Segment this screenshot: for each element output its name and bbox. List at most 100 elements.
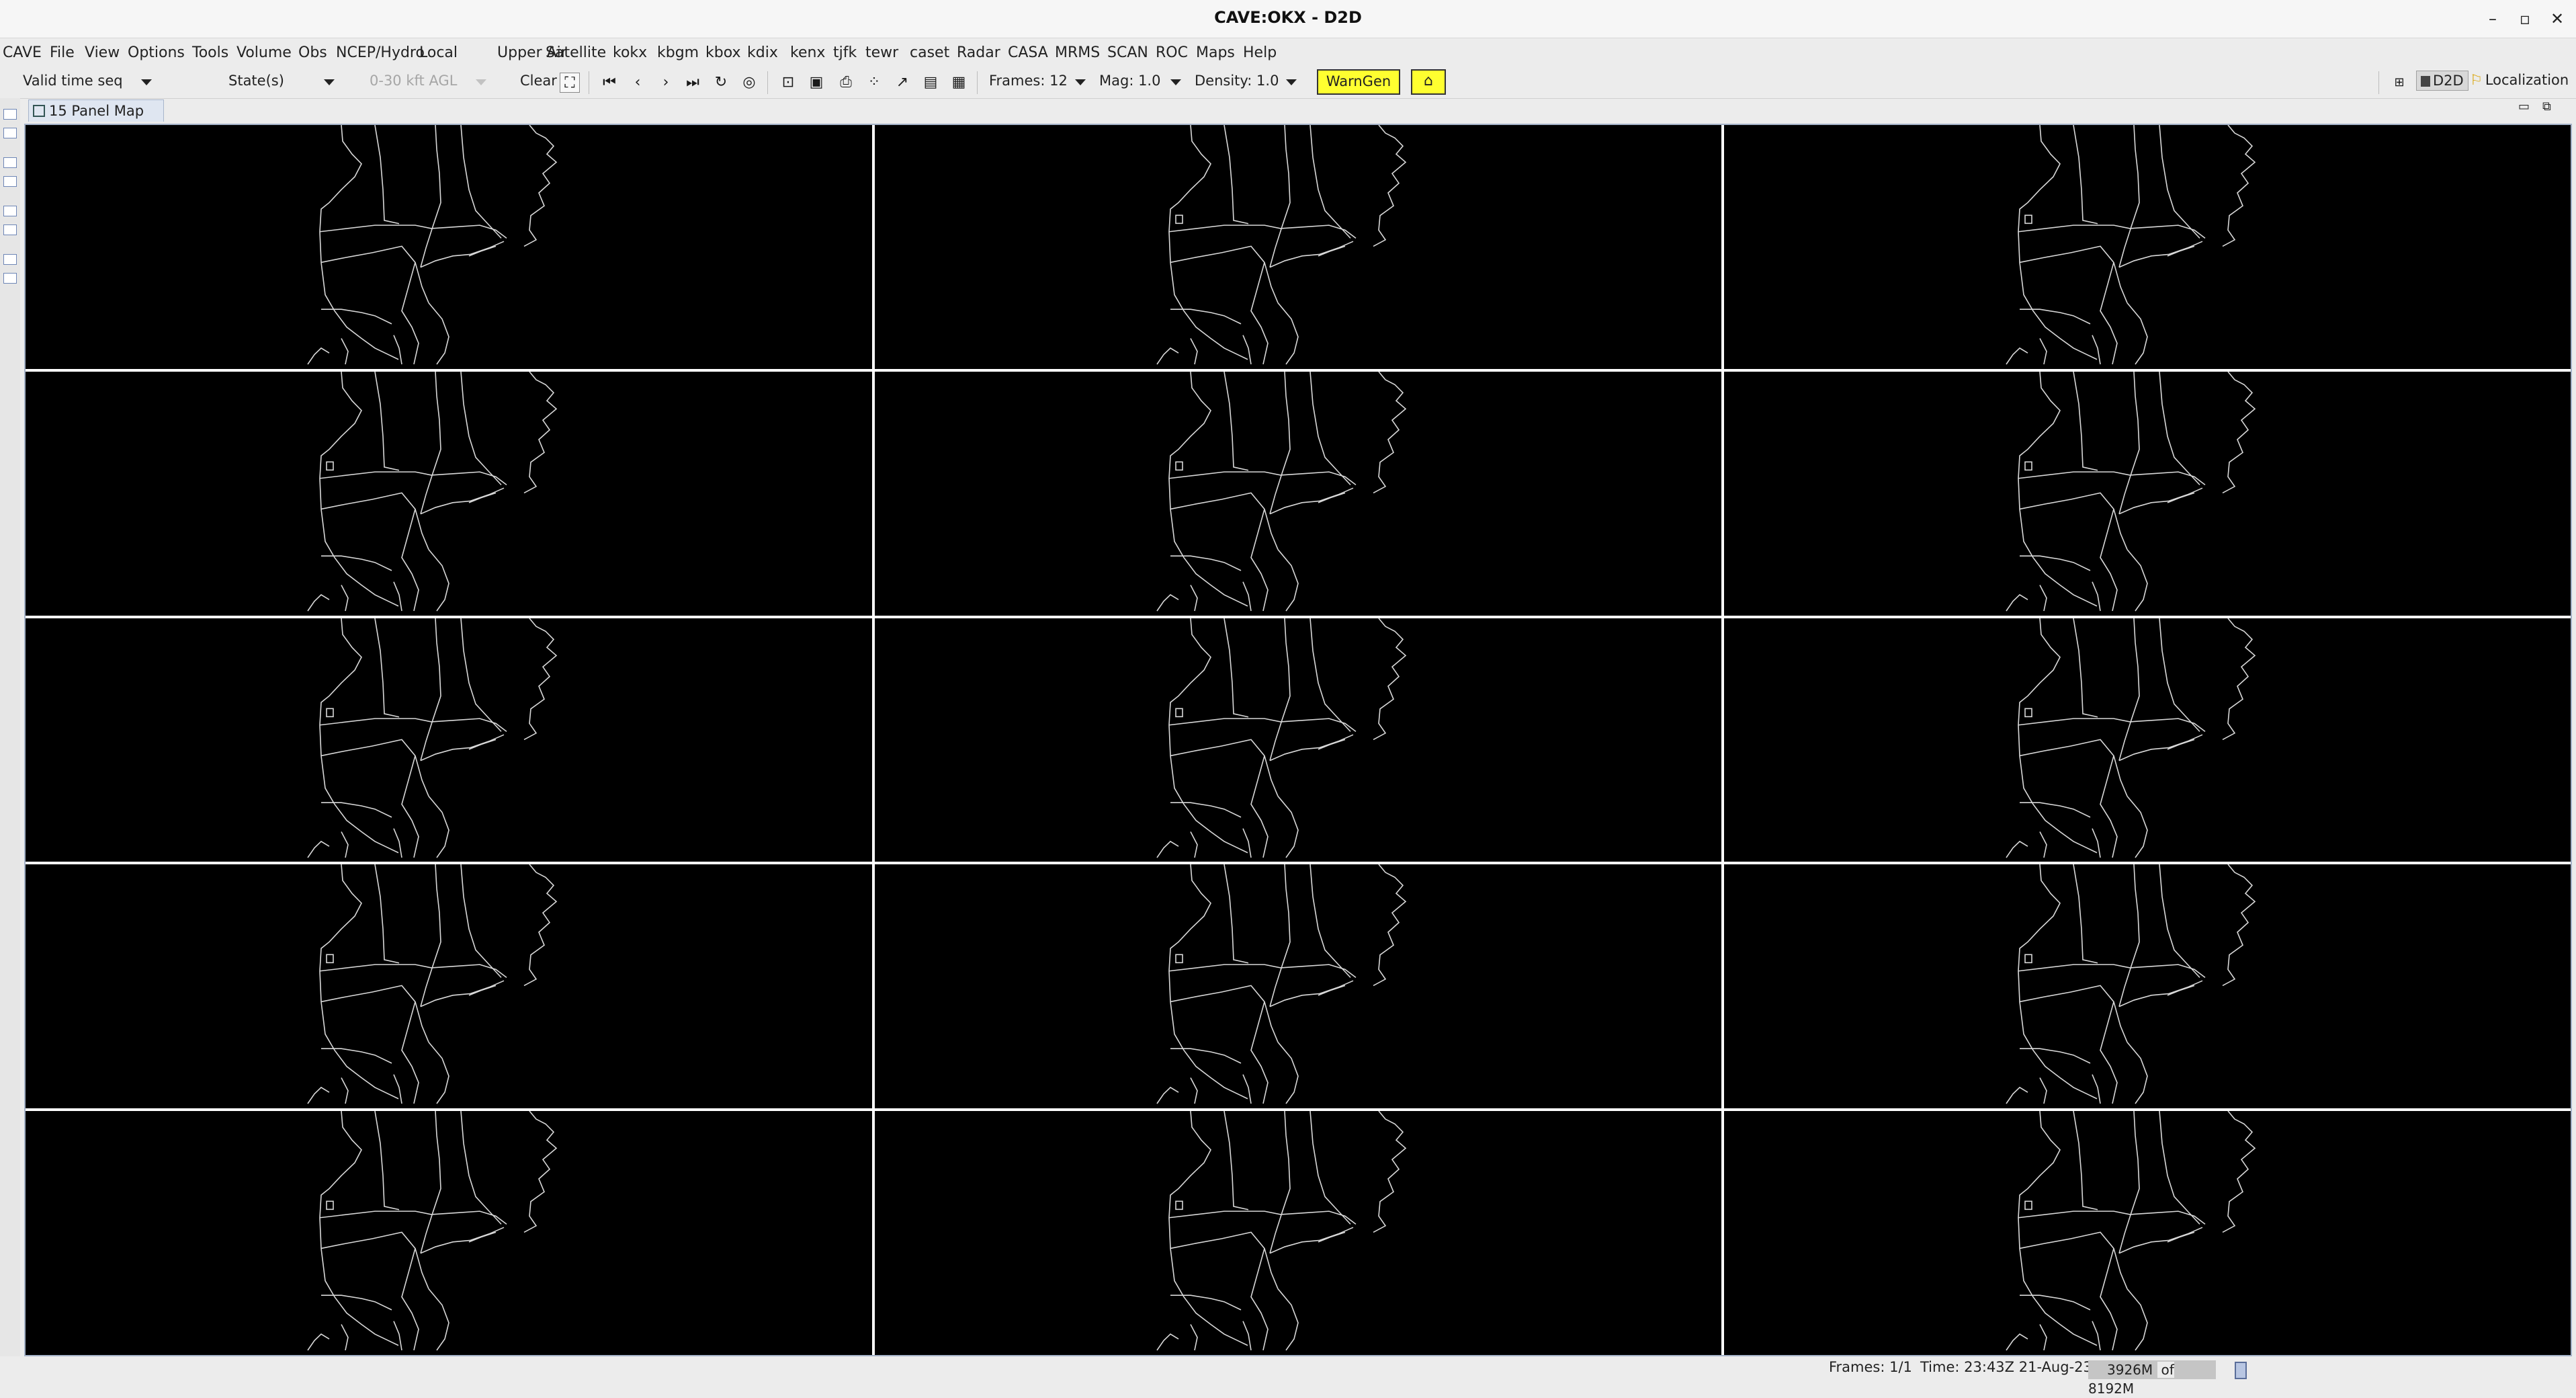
memory-heap-bar[interactable]: 3926M of 8192M (2088, 1360, 2216, 1397)
time-mode-caret-icon[interactable] (141, 79, 152, 85)
sample-icon[interactable]: ⁘ (864, 73, 884, 93)
cursor-tool-icon[interactable]: ↗ (892, 73, 912, 93)
print-icon[interactable]: ⎙ (836, 73, 856, 93)
map-panel[interactable] (26, 1111, 872, 1355)
previous-frame-icon[interactable]: ‹ (628, 73, 648, 93)
color-table-icon[interactable]: ▦ (949, 73, 969, 93)
d2d-label: D2D (2433, 73, 2464, 89)
clear-button[interactable]: Clear (520, 73, 557, 89)
menu-caset[interactable]: caset (910, 44, 949, 61)
menu-view[interactable]: View (85, 44, 120, 61)
density-caret-icon[interactable] (1286, 79, 1297, 85)
map-display-area[interactable] (24, 124, 2572, 1356)
zoom-icon[interactable]: ⊡ (778, 73, 798, 93)
menu-tewr[interactable]: tewr (865, 44, 898, 61)
memory-used: 3926M (2107, 1362, 2153, 1378)
time-options-icon[interactable]: ◎ (739, 73, 759, 93)
state-label: State(s) (228, 73, 284, 89)
localization-icon: ⚐ (2470, 72, 2483, 88)
perspective-d2d[interactable]: D2D (2416, 71, 2468, 91)
map-panel[interactable] (26, 618, 872, 862)
frames-dropdown[interactable]: Frames: 12 (989, 73, 1068, 89)
menu-radar[interactable]: Radar (957, 44, 1000, 61)
menu-kenx[interactable]: kenx (790, 44, 825, 61)
map-panel[interactable] (875, 371, 1721, 616)
close-window-button[interactable]: ✕ (2544, 7, 2571, 31)
pan-icon[interactable]: ▣ (806, 73, 826, 93)
map-panel[interactable] (26, 864, 872, 1109)
state-dropdown[interactable]: State(s) (228, 73, 284, 89)
tab-15-panel-map[interactable]: 15 Panel Map × (28, 99, 164, 140)
minimize-editor-icon[interactable]: ▭ (2518, 99, 2530, 114)
open-perspective-icon[interactable]: ⊞ (2389, 73, 2409, 93)
menu-satellite[interactable]: Satellite (546, 44, 606, 61)
perspective-localization[interactable]: ⚐ Localization (2470, 72, 2569, 88)
map-panel[interactable] (1724, 864, 2571, 1109)
map-panel[interactable] (1724, 371, 2571, 616)
full-extent-icon[interactable]: ⛶ (560, 73, 580, 93)
layer-dropdown[interactable]: 0-30 kft AGL (370, 73, 457, 89)
maximize-editor-icon[interactable]: ⧉ (2542, 99, 2551, 114)
view-icon[interactable] (3, 273, 17, 284)
hydro-warning-icon[interactable]: ⌂ (1411, 69, 1446, 95)
map-panel[interactable] (875, 864, 1721, 1109)
menu-mrms[interactable]: MRMS (1055, 44, 1100, 61)
view-icon[interactable] (3, 128, 17, 138)
map-panel[interactable] (875, 618, 1721, 862)
first-frame-icon[interactable]: ⏮ (599, 73, 619, 93)
menu-kbgm[interactable]: kbgm (657, 44, 699, 61)
menu-ncep-hydro[interactable]: NCEP/Hydro (336, 44, 425, 61)
state-caret-icon[interactable] (324, 79, 335, 85)
menu-volume[interactable]: Volume (237, 44, 292, 61)
layer-caret-icon[interactable] (476, 79, 486, 85)
warngen-button[interactable]: WarnGen (1317, 69, 1400, 95)
time-mode-dropdown[interactable]: Valid time seq (23, 73, 123, 89)
radar-site-marker (326, 954, 334, 964)
menu-cave[interactable]: CAVE (3, 44, 42, 61)
menu-tjfk[interactable]: tjfk (833, 44, 857, 61)
menu-kbox[interactable]: kbox (705, 44, 741, 61)
menu-options[interactable]: Options (128, 44, 185, 61)
loop-icon[interactable]: ↻ (711, 73, 731, 93)
view-icon[interactable] (3, 176, 17, 187)
mag-dropdown[interactable]: Mag: 1.0 (1099, 73, 1160, 89)
menu-scan[interactable]: SCAN (1107, 44, 1148, 61)
view-icon[interactable] (3, 224, 17, 235)
restore-view-icon[interactable] (3, 109, 17, 120)
main-toolbar: Valid time seq State(s) 0-30 kft AGL Cle… (0, 67, 2576, 99)
next-frame-icon[interactable]: › (656, 73, 676, 93)
map-panel[interactable] (875, 1111, 1721, 1355)
restore-view-icon[interactable] (3, 157, 17, 168)
garbage-collect-icon[interactable] (2235, 1362, 2247, 1379)
mag-caret-icon[interactable] (1170, 79, 1181, 85)
map-editor-icon (33, 105, 45, 117)
legend-toggle-icon[interactable]: ▤ (920, 73, 941, 93)
minimize-button[interactable]: – (2479, 7, 2506, 31)
last-frame-icon[interactable]: ⏭ (683, 73, 703, 93)
radar-site-marker (326, 1200, 334, 1210)
coastline-map (2006, 618, 2256, 858)
map-panel[interactable] (1724, 125, 2571, 369)
coastline-map (2006, 125, 2256, 365)
map-panel[interactable] (26, 371, 872, 616)
map-panel[interactable] (1724, 1111, 2571, 1355)
menu-maps[interactable]: Maps (1196, 44, 1235, 61)
menu-help[interactable]: Help (1243, 44, 1277, 61)
density-dropdown[interactable]: Density: 1.0 (1195, 73, 1279, 89)
restore-view-icon[interactable] (3, 206, 17, 216)
menu-casa[interactable]: CASA (1008, 44, 1048, 61)
menu-file[interactable]: File (50, 44, 75, 61)
toolbar-separator (767, 71, 768, 94)
map-panel[interactable] (26, 125, 872, 369)
maximize-button[interactable]: ▫ (2511, 7, 2538, 31)
menu-roc[interactable]: ROC (1156, 44, 1188, 61)
frames-caret-icon[interactable] (1075, 79, 1086, 85)
restore-view-icon[interactable] (3, 254, 17, 265)
menu-local[interactable]: Local (419, 44, 458, 61)
map-panel[interactable] (875, 125, 1721, 369)
map-panel[interactable] (1724, 618, 2571, 862)
menu-kokx[interactable]: kokx (613, 44, 647, 61)
menu-obs[interactable]: Obs (298, 44, 327, 61)
menu-tools[interactable]: Tools (192, 44, 228, 61)
menu-kdix[interactable]: kdix (747, 44, 778, 61)
